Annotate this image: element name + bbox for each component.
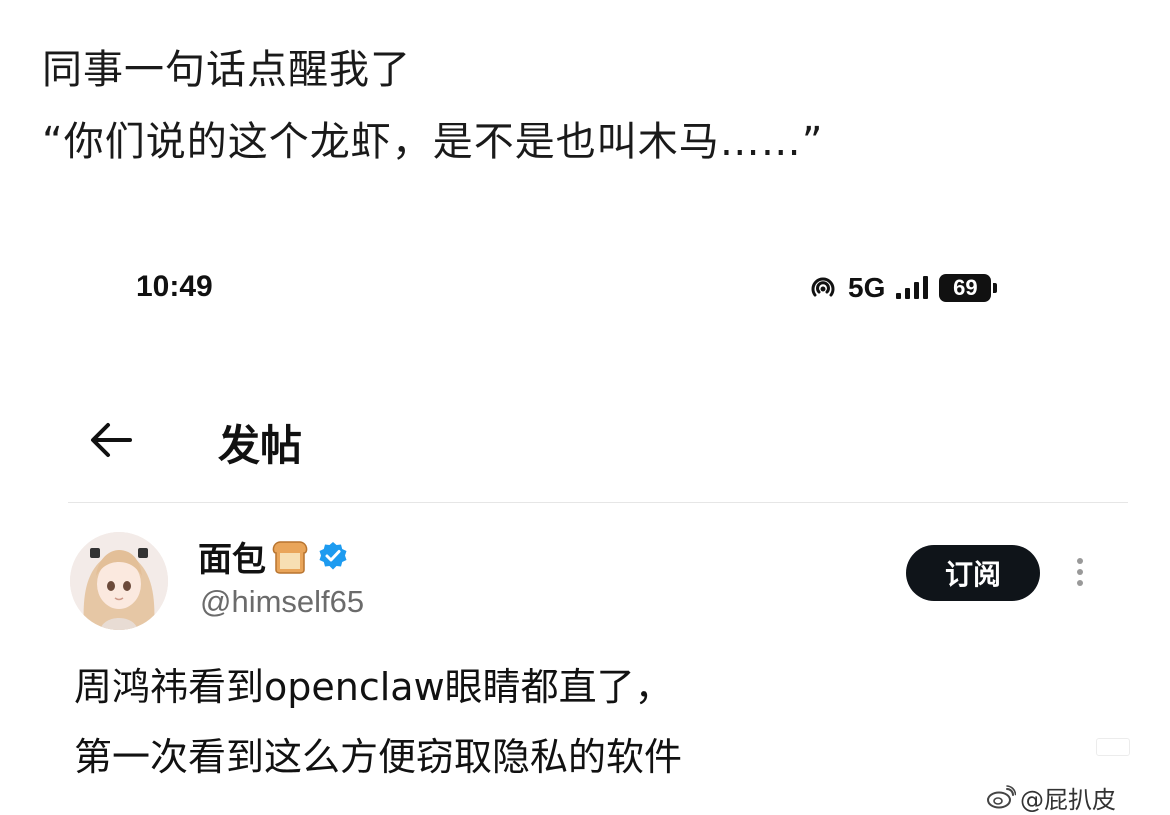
avatar-image xyxy=(70,532,168,630)
battery-icon: 69 xyxy=(939,274,992,302)
watermark-text: @屁扒皮 xyxy=(1020,785,1116,814)
signal-icon xyxy=(896,276,929,299)
post-text-line-2: 第一次看到这么方便窃取隐私的软件 xyxy=(74,735,683,779)
network-label: 5G xyxy=(848,272,886,303)
user-name[interactable]: 面包 xyxy=(198,532,266,581)
header-divider xyxy=(68,502,1128,503)
user-name-row: 面包 xyxy=(198,532,348,580)
user-handle[interactable]: @himself65 xyxy=(200,584,364,620)
caption-line-2: “你们说的这个龙虾，是不是也叫木马……” xyxy=(42,119,824,165)
faint-watermark-box xyxy=(1096,738,1130,756)
battery-nub xyxy=(993,283,998,293)
status-time: 10:49 xyxy=(136,270,213,303)
avatar[interactable] xyxy=(70,532,168,630)
back-arrow-icon[interactable] xyxy=(88,420,134,460)
battery-level: 69 xyxy=(953,275,978,300)
weibo-icon xyxy=(987,785,1016,809)
post-text-line-1: 周鸿祎看到openclaw眼睛都直了， xyxy=(74,665,673,709)
bread-icon xyxy=(272,541,308,574)
status-icons: 5G 69 xyxy=(808,268,998,308)
subscribe-button[interactable]: 订阅 xyxy=(906,545,1040,601)
verified-badge-icon xyxy=(319,542,347,570)
page-title: 发帖 xyxy=(218,421,303,470)
hotspot-icon xyxy=(811,277,835,297)
watermark: @屁扒皮 xyxy=(986,782,1116,814)
caption-line-1: 同事一句话点醒我了 xyxy=(42,47,411,93)
more-vertical-icon[interactable] xyxy=(1066,552,1094,592)
